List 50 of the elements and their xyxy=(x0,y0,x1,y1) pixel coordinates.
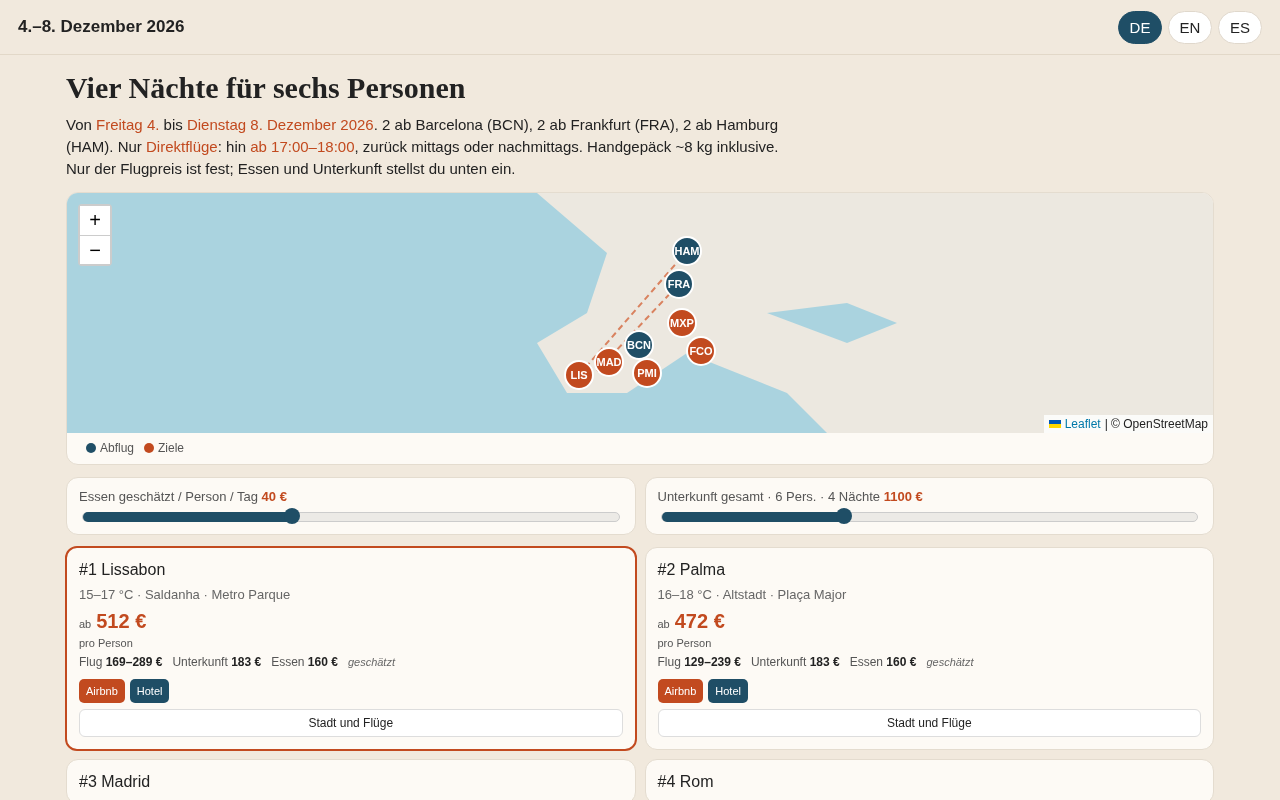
slider-label: Unterkunft gesamt · 6 Pers. · 4 Nächte 1100 € xyxy=(657,489,924,504)
card-title: #1 Lissabon xyxy=(79,561,167,579)
airport-marker[interactable]: BCN xyxy=(624,330,654,360)
airport-marker[interactable]: FCO xyxy=(686,336,716,366)
price-prefix: ab xyxy=(79,618,92,630)
airport-marker[interactable]: HAM xyxy=(672,236,702,266)
stay-tag[interactable]: Airbnb xyxy=(657,679,704,703)
legend-label: Ziele xyxy=(158,441,185,455)
city-flights-button[interactable]: Stadt und Flüge xyxy=(657,709,1201,737)
card-details: 16–18 °C · Altstadt · Plaça Major xyxy=(657,587,848,602)
card-title: #2 Palma xyxy=(657,561,727,579)
card-details: 15–17 °C · Saldanha · Metro Parque xyxy=(79,587,292,602)
price-note: pro Person xyxy=(79,637,134,649)
airport-marker[interactable]: MXP xyxy=(667,308,697,338)
zoom-out-button[interactable]: − xyxy=(80,235,110,264)
estimate-note: geschätzt xyxy=(347,656,395,668)
airport-marker[interactable]: MAD xyxy=(594,347,624,377)
attribution-text: | © OpenStreetMap xyxy=(1104,417,1208,431)
price: 512 € xyxy=(96,610,147,633)
cost-item: Unterkunft 183 € xyxy=(750,655,840,669)
slider-thumb[interactable] xyxy=(283,508,300,524)
price: 472 € xyxy=(674,610,725,633)
airport-marker[interactable]: PMI xyxy=(632,358,662,388)
city-flights-button[interactable]: Stadt und Flüge xyxy=(79,709,623,737)
airport-marker[interactable]: FRA xyxy=(664,269,694,299)
language-button[interactable]: EN xyxy=(1168,10,1212,44)
price-prefix: ab xyxy=(657,618,670,630)
price-note: pro Person xyxy=(657,637,713,649)
cost-item: Essen 160 € xyxy=(271,655,338,669)
stay-tag[interactable]: Hotel xyxy=(708,679,748,703)
language-button[interactable]: ES xyxy=(1218,10,1262,44)
card-title: #3 Madrid xyxy=(79,773,152,791)
date-range-title: 4.–8. Dezember 2026 xyxy=(18,17,185,37)
cost-item: Essen 160 € xyxy=(849,655,917,669)
stay-tag[interactable]: Airbnb xyxy=(79,679,125,703)
estimate-note: geschätzt xyxy=(926,656,974,668)
stay-tag[interactable]: Hotel xyxy=(129,679,170,703)
slider-thumb[interactable] xyxy=(835,508,852,524)
leaflet-link[interactable]: Leaflet xyxy=(1064,417,1101,431)
airport-marker[interactable]: LIS xyxy=(564,360,594,390)
cost-item: Flug 169–289 € xyxy=(79,655,163,669)
card-title: #4 Rom xyxy=(657,773,715,791)
language-button[interactable]: DE xyxy=(1118,10,1162,44)
page-heading: Vier Nächte für sechs Personen xyxy=(66,71,467,105)
flag-icon xyxy=(1048,420,1061,428)
legend-label: Abflug xyxy=(100,441,135,455)
cost-item: Unterkunft 183 € xyxy=(172,655,262,669)
trip-description: Von Freitag 4. bis Dienstag 8. Dezember 2026. 2 ab Barcelona (BCN), 2 ab Frankfurt (FRA), 2 ab Hamburg (HAM). Nur Direktflüge: hin ab 17:00–18:00, zurück mittags oder nachmittags. Handgepäck ~8 kg inklusive. Nur der Flugpreis ist fest; Essen und Unterkunft stellst du unten ein. xyxy=(66,115,780,179)
slider-label: Essen geschätzt / Person / Tag 40 € xyxy=(79,489,288,504)
cost-item: Flug 129–239 € xyxy=(657,655,741,669)
